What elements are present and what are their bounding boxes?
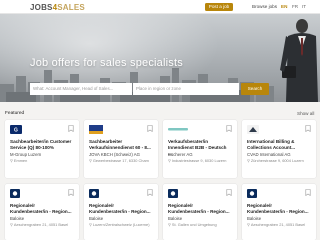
search-button[interactable]: Search (241, 83, 269, 95)
site-logo[interactable]: JOBS4SALES (30, 3, 85, 12)
baloise-logo-icon (168, 189, 178, 198)
bookmark-icon[interactable] (147, 125, 153, 132)
location-pin-icon: ⚲ (89, 222, 92, 227)
bookmark-icon[interactable] (147, 189, 153, 196)
job-company: M-Group Luzern (10, 152, 42, 157)
post-job-button[interactable]: Post a job (205, 3, 233, 11)
job-title: Regionale/r Kundenberater/in - Region... (168, 203, 230, 214)
show-all-link[interactable]: Show all (297, 111, 314, 116)
businessman-image (280, 19, 318, 102)
bookmark-icon[interactable] (68, 189, 74, 196)
job-location-text: Industriestrasse 9, 6030 Luzern (171, 158, 227, 163)
language-fr[interactable]: FR (292, 4, 298, 9)
baloise-logo-icon (10, 189, 20, 198)
job-card[interactable]: G Sachbearbeiter/in Customer Service (Q)… (5, 120, 79, 178)
where-search-input[interactable]: Place in region or zone (133, 83, 239, 95)
job-title: Regionale/r Kundenberater/in - Region... (10, 203, 72, 214)
location-pin-icon: ⚲ (89, 158, 92, 163)
baloise-logo-icon (247, 189, 257, 198)
location-pin-icon: ⚲ (168, 222, 171, 227)
job-location-text: Aeschengraben 21, 4051 Basel (13, 222, 69, 227)
job-card[interactable]: International Billing & Collections Acco… (242, 120, 316, 178)
job-title: Sachbearbeiter Verkaufsinnendienst 60 - … (89, 139, 151, 150)
job-location: ⚲Gewerbestrasse 17, 6330 Cham (89, 158, 153, 163)
location-pin-icon: ⚲ (168, 158, 171, 163)
bookmark-icon[interactable] (305, 125, 311, 132)
job-location: ⚲Industriestrasse 9, 6030 Luzern (168, 158, 232, 163)
hero-title: Job offers for sales specialists (30, 57, 183, 69)
job-title: Regionale/r Kundenberater/in - Region... (89, 203, 151, 214)
location-pin-icon: ⚲ (10, 222, 13, 227)
job-company: CVAD International AG (247, 152, 291, 157)
what-search-input[interactable]: What: Account Manager, Head of Sales... (30, 83, 132, 95)
job-location: ⚲Aeschengraben 21, 4051 Basel (10, 222, 74, 227)
job-title: Sachbearbeiter/in Customer Service (Q) 8… (10, 139, 72, 150)
job-location: ⚲St. Gallen und Umgebung (168, 222, 232, 227)
svg-text:G: G (14, 128, 18, 134)
location-pin-icon: ⚲ (247, 222, 250, 227)
bookmark-icon[interactable] (68, 125, 74, 132)
job-location-text: Aeschengraben 21, 4051 Basel (250, 222, 306, 227)
job-location-text: Gewerbestrasse 17, 6330 Cham (92, 158, 149, 163)
buecherer-logo-icon (168, 128, 188, 131)
job-card[interactable]: Regionale/r Kundenberater/in - Region...… (242, 184, 316, 240)
job-company: Baloise (247, 216, 262, 221)
job-company: Baloise (89, 216, 104, 221)
logo-text-sales: SALES (57, 3, 85, 12)
logo-text-jobs: JOBS (30, 3, 53, 12)
top-navigation-bar: JOBS4SALES Post a job Browse jobs EN FR … (0, 0, 320, 14)
job-location-text: Emmen (13, 158, 28, 163)
job-card[interactable]: Regionale/r Kundenberater/in - Region...… (163, 184, 237, 240)
job-location: ⚲Luzern/Zentralschweiz (Lucerne) (89, 222, 153, 227)
location-pin-icon: ⚲ (247, 158, 250, 163)
language-it[interactable]: IT (302, 4, 306, 9)
language-en[interactable]: EN (281, 4, 287, 9)
job-card[interactable]: Sachbearbeiter Verkaufsinnendienst 60 - … (84, 120, 158, 178)
job-location: ⚲Zürcherstrasse 9, 6004 Luzern (247, 158, 311, 163)
job-location-text: Zürcherstrasse 9, 6004 Luzern (250, 158, 304, 163)
hero-banner: Job offers for sales specialists What: A… (0, 14, 320, 102)
job-location-text: Luzern/Zentralschweiz (Lucerne) (92, 222, 150, 227)
job-card[interactable]: Verkaufsberater/in Innendienst B2B - Deu… (163, 120, 237, 178)
job-company: Baloise (10, 216, 25, 221)
job-card[interactable]: Regionale/r Kundenberater/in - Region...… (84, 184, 158, 240)
job-company: JOVA KBCH (Schweiz) AG (89, 152, 141, 157)
job-location-text: St. Gallen und Umgebung (171, 222, 217, 227)
bookmark-icon[interactable] (305, 189, 311, 196)
job-card[interactable]: Regionale/r Kundenberater/in - Region...… (5, 184, 79, 240)
job-company: Baloise (168, 216, 183, 221)
job-location: ⚲Emmen (10, 158, 74, 163)
bookmark-icon[interactable] (226, 125, 232, 132)
jova-logo-icon (89, 125, 103, 134)
location-pin-icon: ⚲ (10, 158, 13, 163)
job-title: International Billing & Collections Acco… (247, 139, 296, 150)
job-company: Bücherer AG (168, 152, 193, 157)
featured-heading: Featured (5, 111, 25, 116)
cvad-logo-icon (247, 125, 259, 134)
bookmark-icon[interactable] (226, 189, 232, 196)
job-location: ⚲Aeschengraben 21, 4051 Basel (247, 222, 311, 227)
baloise-logo-icon (89, 189, 99, 198)
mgroup-logo-icon: G (10, 125, 22, 134)
job-title: Regionale/r Kundenberater/in - Region... (247, 203, 309, 214)
browse-jobs-link[interactable]: Browse jobs (252, 4, 277, 9)
